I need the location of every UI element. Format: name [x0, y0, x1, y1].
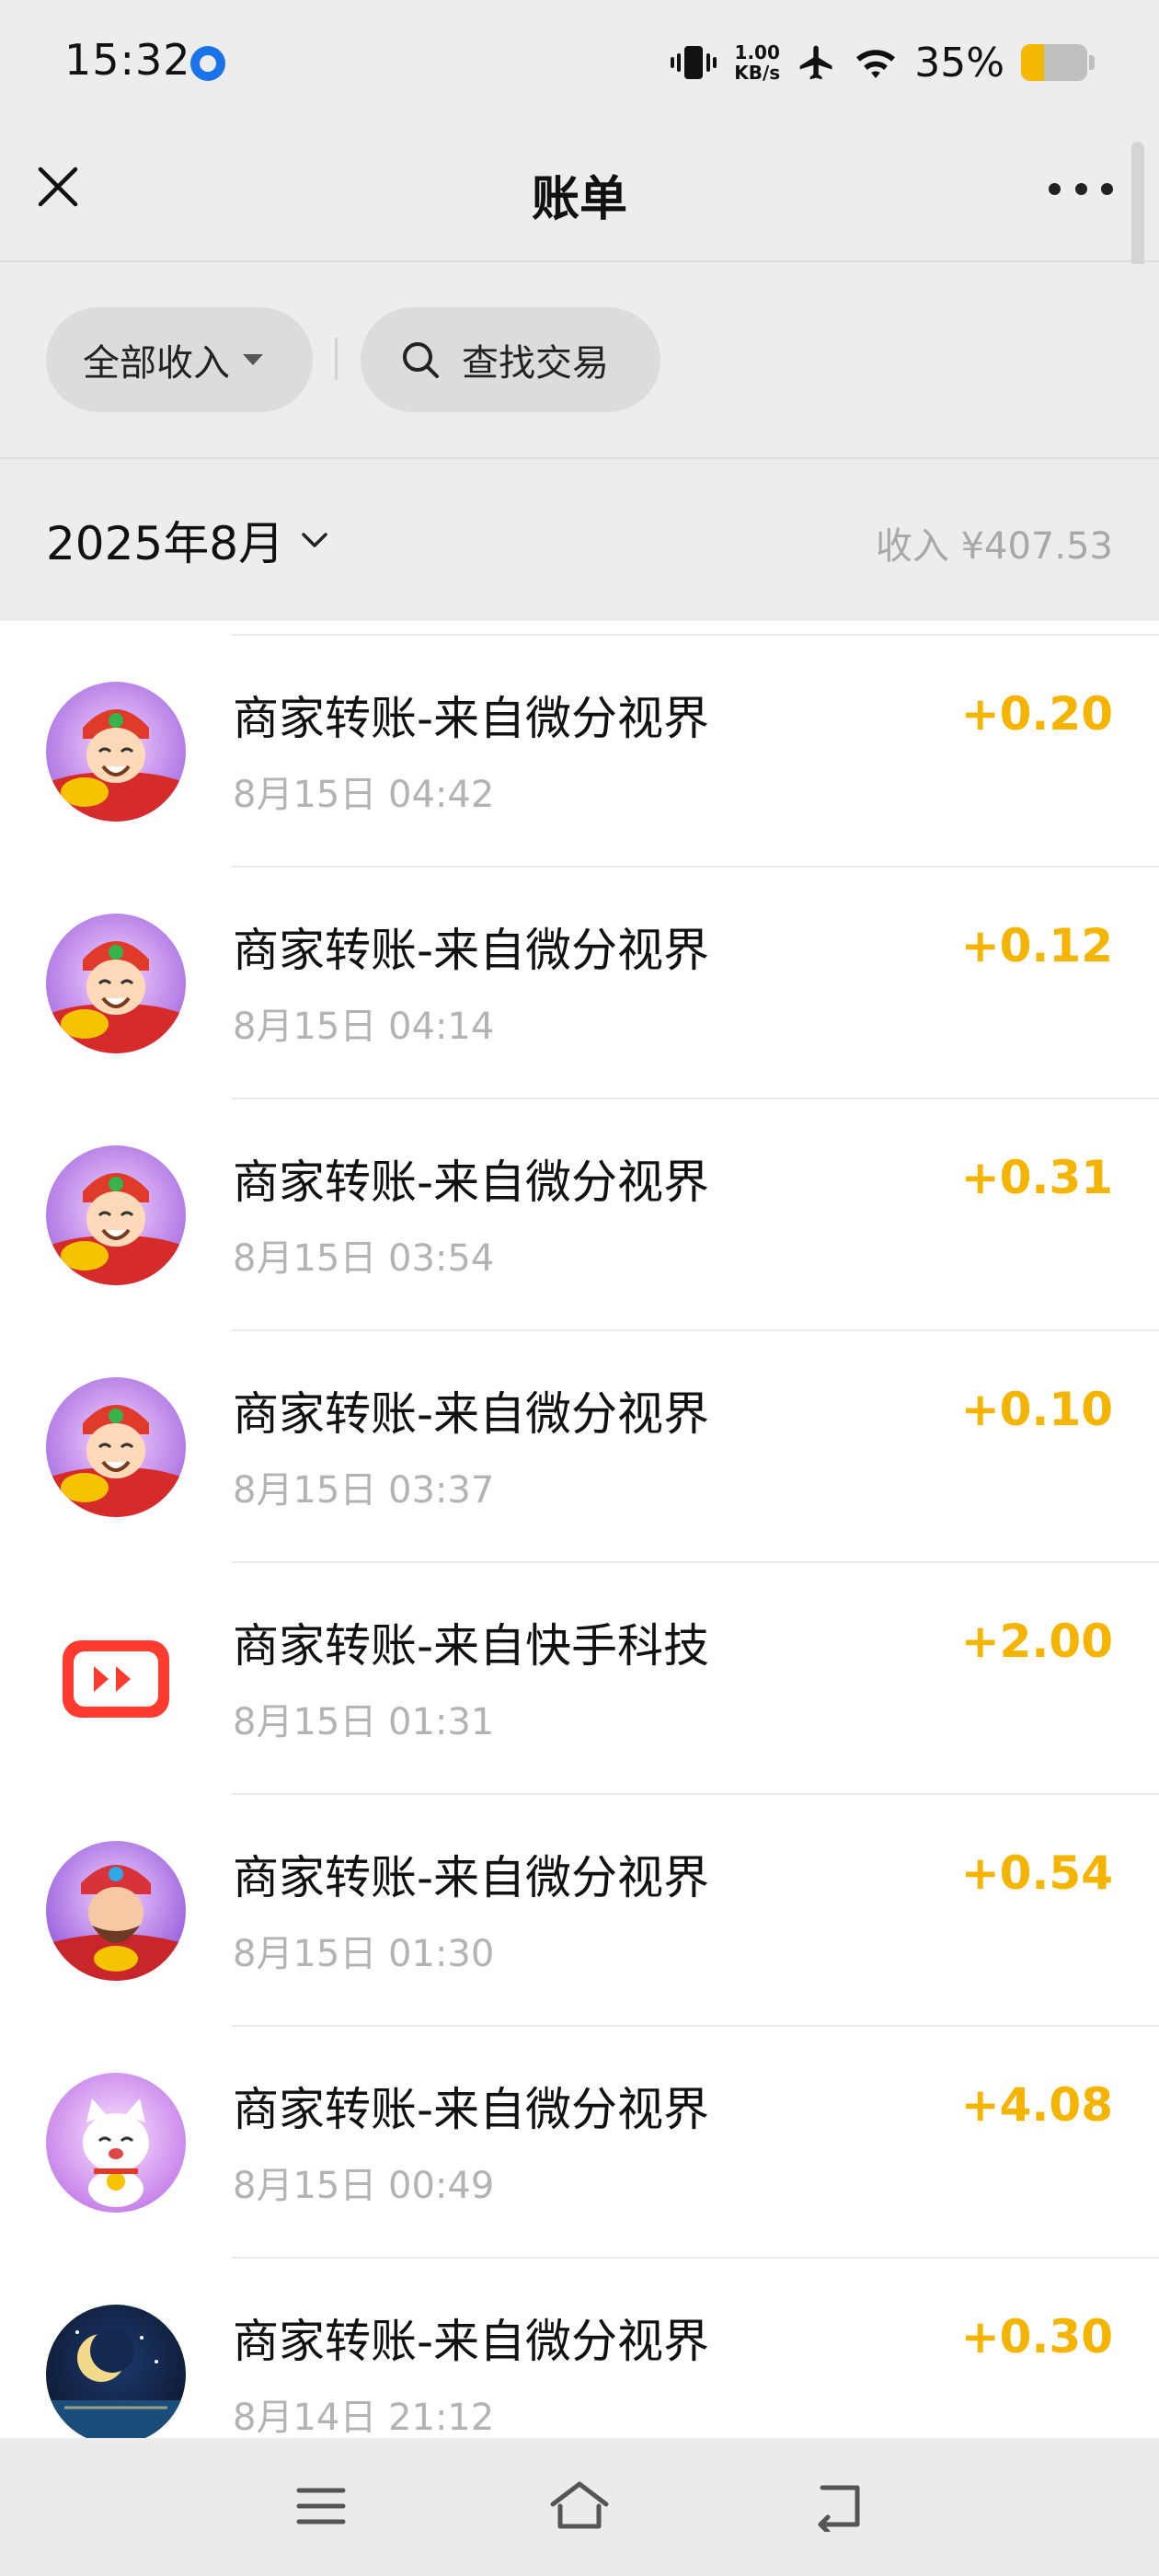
airplane-icon [799, 45, 832, 80]
transaction-title: 商家转账-来自微分视界 [233, 1851, 710, 1904]
fortune-god-avatar [46, 1145, 186, 1285]
search-icon [403, 342, 439, 378]
app-notification-icon [190, 46, 225, 81]
status-time: 15:32 [64, 35, 191, 85]
transaction-amount: +4.08 [960, 2078, 1113, 2132]
transaction-title: 商家转账-来自微分视界 [233, 2315, 710, 2368]
battery-percent: 35% [914, 39, 1004, 86]
menu-icon [296, 2488, 346, 2524]
network-speed: 1.00 KB/s [734, 42, 780, 83]
vibrate-icon [671, 46, 717, 79]
search-transactions-label: 查找交易 [462, 342, 609, 385]
more-dot-icon [1049, 182, 1061, 195]
fortune-god-blue-avatar [46, 1841, 186, 1981]
transaction-title: 商家转账-来自快手科技 [233, 1619, 710, 1673]
transaction-amount: +0.12 [960, 919, 1113, 972]
transaction-amount: +0.20 [960, 687, 1113, 741]
transaction-amount: +2.00 [960, 1615, 1113, 1668]
transaction-item[interactable]: 商家转账-来自微分视界 8月15日 03:54 +0.31 [0, 1099, 1159, 1331]
home-button[interactable] [543, 2473, 616, 2539]
income-type-filter[interactable]: 全部收入 [46, 307, 313, 412]
transaction-item[interactable]: 商家转账-来自微分视界 8月15日 00:49 +4.08 [0, 2027, 1159, 2259]
transaction-list: 商家转账-来自微分视界 8月15日 04:42 +0.20 商家转账-来自微分视… [0, 621, 1159, 2466]
transaction-time: 8月15日 01:30 [233, 1933, 495, 1975]
kuaishou-logo [46, 1609, 186, 1749]
transaction-amount: +0.54 [960, 1846, 1113, 1900]
network-speed-value: 1.00 [734, 41, 780, 63]
transaction-time: 8月15日 03:37 [233, 1469, 495, 1512]
system-nav-bar [0, 2438, 1159, 2576]
battery-icon [1021, 44, 1087, 81]
transaction-title: 商家转账-来自微分视界 [233, 2083, 710, 2136]
recent-apps-button[interactable] [284, 2473, 358, 2539]
scrollbar[interactable] [1131, 142, 1144, 280]
lucky-cat-avatar [46, 2073, 186, 2213]
income-type-filter-label: 全部收入 [83, 342, 230, 385]
title-bar: 账单 [0, 129, 1159, 262]
fortune-god-avatar [46, 1377, 186, 1517]
list-divider [232, 621, 1159, 636]
transaction-amount: +0.30 [960, 2310, 1113, 2363]
search-transactions-button[interactable]: 查找交易 [361, 307, 660, 412]
more-dot-icon [1101, 182, 1113, 195]
back-button[interactable] [802, 2473, 876, 2539]
transaction-item[interactable]: 商家转账-来自快手科技 8月15日 01:31 +2.00 [0, 1563, 1159, 1795]
transaction-item[interactable]: 商家转账-来自微分视界 8月14日 21:12 +0.30 [0, 2259, 1159, 2466]
transaction-item[interactable]: 商家转账-来自微分视界 8月15日 04:42 +0.20 [0, 636, 1159, 868]
more-dot-icon [1074, 182, 1087, 195]
month-income-summary: 收入 ¥407.53 [875, 525, 1113, 568]
transaction-title: 商家转账-来自微分视界 [233, 1156, 710, 1209]
transaction-time: 8月15日 03:54 [233, 1237, 495, 1280]
battery-tip [1089, 55, 1095, 70]
transaction-item[interactable]: 商家转账-来自微分视界 8月15日 01:30 +0.54 [0, 1795, 1159, 2027]
transaction-time: 8月15日 01:31 [233, 1701, 495, 1743]
transaction-amount: +0.31 [960, 1151, 1113, 1204]
transaction-item[interactable]: 商家转账-来自微分视界 8月15日 03:37 +0.10 [0, 1331, 1159, 1563]
transaction-time: 8月15日 04:14 [233, 1006, 495, 1048]
chevron-down-icon [302, 533, 327, 547]
transaction-amount: +0.10 [960, 1383, 1113, 1436]
transaction-time: 8月15日 04:42 [233, 774, 495, 816]
transaction-title: 商家转账-来自微分视界 [233, 692, 710, 745]
home-icon [550, 2481, 609, 2529]
back-icon [818, 2485, 860, 2532]
transaction-item[interactable]: 商家转账-来自微分视界 8月15日 04:14 +0.12 [0, 868, 1159, 1099]
wifi-icon [856, 50, 896, 78]
transaction-title: 商家转账-来自微分视界 [233, 924, 710, 977]
moon-night-avatar [46, 2305, 186, 2444]
network-speed-unit: KB/s [734, 62, 781, 84]
month-selector[interactable]: 2025年8月 [46, 507, 330, 573]
page-title: 账单 [531, 172, 627, 227]
fortune-god-avatar [46, 914, 186, 1053]
status-indicators: 1.00 KB/s 35% [670, 35, 1095, 90]
battery-level-fill [1021, 44, 1045, 81]
month-bar: 2025年8月 收入 ¥407.53 [0, 459, 1159, 621]
caret-down-icon [243, 354, 263, 365]
transaction-title: 商家转账-来自微分视界 [233, 1387, 710, 1441]
month-label: 2025年8月 [46, 517, 285, 570]
status-bar: 15:32 1.00 KB/s 35% [0, 0, 1159, 129]
transaction-time: 8月15日 00:49 [233, 2165, 495, 2207]
more-button[interactable] [1049, 166, 1113, 212]
filter-divider [335, 338, 338, 380]
filter-bar: 全部收入 查找交易 [0, 264, 1159, 459]
transaction-time: 8月14日 21:12 [233, 2397, 495, 2439]
fortune-god-avatar [46, 682, 186, 822]
